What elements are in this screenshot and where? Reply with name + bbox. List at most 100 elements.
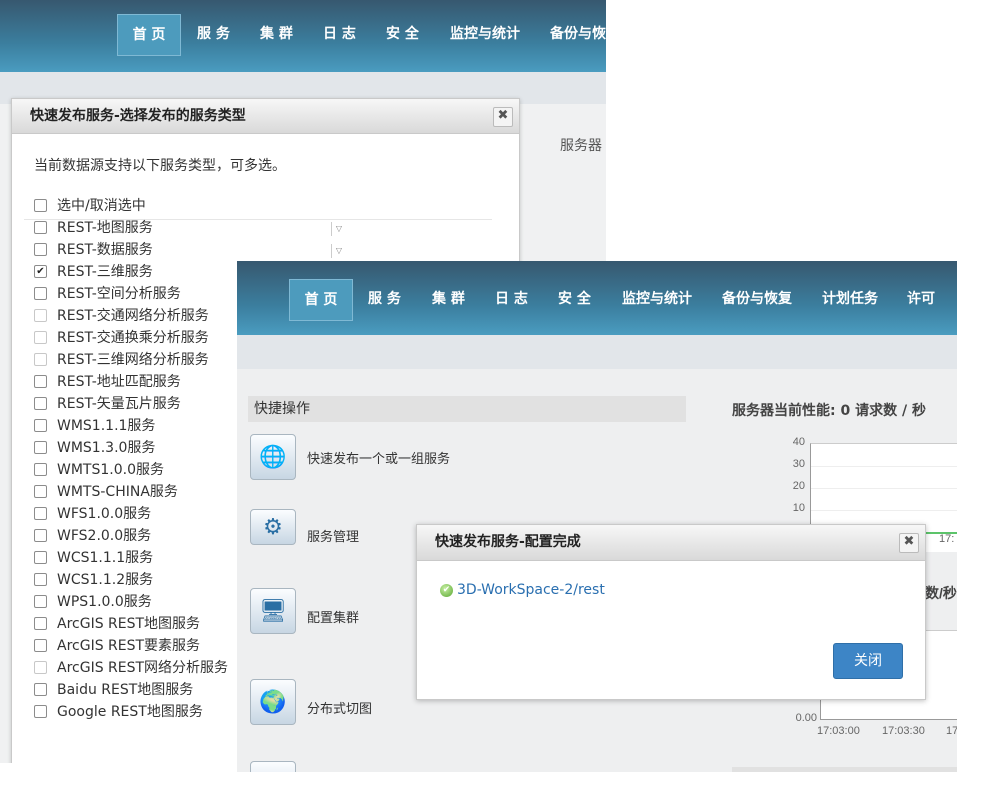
section-bar xyxy=(732,767,957,772)
chart2-label: 数/秒 xyxy=(925,585,957,601)
service-type-option[interactable]: REST-数据服务 xyxy=(34,239,153,261)
quick-op-label[interactable]: 服务管理 xyxy=(307,526,359,545)
nav-monitor[interactable]: 监控与统计 xyxy=(450,14,520,54)
option-label: REST-空间分析服务 xyxy=(57,286,181,302)
y-tick: 30 xyxy=(792,458,805,470)
service-type-option[interactable]: REST-矢量瓦片服务 xyxy=(34,393,181,415)
checkbox-box[interactable] xyxy=(34,242,47,256)
gear-window-icon[interactable]: ⚙ xyxy=(250,509,296,545)
service-type-option[interactable]: ✔ REST-三维服务 xyxy=(34,261,153,283)
dialog-title-bar: 快速发布服务-配置完成 ✖ xyxy=(417,525,925,561)
checkbox-box[interactable] xyxy=(34,286,47,300)
service-type-option[interactable]: REST-地图服务 xyxy=(34,217,153,239)
checkbox-box[interactable] xyxy=(34,616,47,630)
checkbox-box xyxy=(34,308,47,322)
nav-monitor[interactable]: 监控与统计 xyxy=(622,279,692,319)
nav-backup[interactable]: 备份与恢复 xyxy=(722,279,792,319)
nav-logs[interactable]: 日 志 xyxy=(495,279,528,319)
select-all-label: 选中/取消选中 xyxy=(57,198,146,214)
service-type-option[interactable]: WMS1.3.0服务 xyxy=(34,437,155,459)
service-type-option[interactable]: WFS1.0.0服务 xyxy=(34,503,151,525)
checkbox-box[interactable] xyxy=(34,528,47,542)
checkbox-box[interactable] xyxy=(34,484,47,498)
checkbox-box[interactable] xyxy=(34,572,47,586)
nav-license[interactable]: 许可 xyxy=(907,279,935,319)
quick-op-label[interactable]: 快速发布一个或一组服务 xyxy=(307,448,450,467)
grid-line xyxy=(811,466,957,467)
cluster-computers-icon[interactable]: 🖥 xyxy=(250,588,296,634)
globe-publish-icon[interactable]: 🌐 xyxy=(250,434,296,480)
quick-op-label[interactable]: 配置集群 xyxy=(307,607,359,626)
checkbox-box[interactable] xyxy=(34,638,47,652)
checkbox-checked[interactable]: ✔ xyxy=(34,264,47,278)
grid-line xyxy=(811,510,957,511)
nav-schedule[interactable]: 计划任务 xyxy=(822,279,878,319)
more-icon[interactable] xyxy=(250,761,296,772)
top-nav: 首 页 服 务 集 群 日 志 安 全 监控与统计 备份与恢复 计划任务 许可 xyxy=(237,261,957,335)
service-type-option[interactable]: REST-空间分析服务 xyxy=(34,283,181,305)
option-label: REST-三维服务 xyxy=(57,264,153,280)
quick-op-label[interactable]: 分布式切图 xyxy=(307,698,372,717)
service-type-option[interactable]: WFS2.0.0服务 xyxy=(34,525,151,547)
checkbox-box[interactable] xyxy=(34,374,47,388)
option-label: WFS2.0.0服务 xyxy=(57,528,152,544)
nav-security[interactable]: 安 全 xyxy=(386,14,419,54)
x-tick: 17 xyxy=(946,725,957,737)
checkbox-box[interactable] xyxy=(34,594,47,608)
option-label: ArcGIS REST地图服务 xyxy=(57,616,201,632)
close-button[interactable]: 关闭 xyxy=(833,643,903,679)
select-all-checkbox[interactable]: 选中/取消选中 xyxy=(34,195,146,217)
quick-op-next[interactable] xyxy=(250,761,550,772)
dropdown-arrow-icon[interactable]: ▽ xyxy=(331,244,346,258)
option-label: REST-交通换乘分析服务 xyxy=(57,330,209,346)
close-icon[interactable]: ✖ xyxy=(493,107,513,127)
option-label: REST-地图服务 xyxy=(57,220,153,236)
checkbox-box[interactable] xyxy=(34,198,47,212)
checkbox-box[interactable] xyxy=(34,462,47,476)
option-label: Baidu REST地图服务 xyxy=(57,682,194,698)
checkbox-box[interactable] xyxy=(34,418,47,432)
nav-home[interactable]: 首 页 xyxy=(117,14,181,56)
checkbox-box[interactable] xyxy=(34,682,47,696)
publish-done-dialog: 快速发布服务-配置完成 ✖ ✔ 3D-WorkSpace-2/rest 关闭 xyxy=(416,524,926,700)
option-label: REST-数据服务 xyxy=(57,242,153,258)
checkbox-box[interactable] xyxy=(34,550,47,564)
service-type-option[interactable]: Baidu REST地图服务 xyxy=(34,679,193,701)
tile-globe-icon[interactable]: 🌍 xyxy=(250,679,296,725)
service-type-option[interactable]: WCS1.1.1服务 xyxy=(34,547,153,569)
dialog-description: 当前数据源支持以下服务类型，可多选。 xyxy=(34,158,286,174)
nav-backup[interactable]: 备份与恢 xyxy=(550,14,606,54)
nav-security[interactable]: 安 全 xyxy=(558,279,591,319)
checkbox-box[interactable] xyxy=(34,220,47,234)
y-tick: 10 xyxy=(792,502,805,514)
service-type-option[interactable]: WMS1.1.1服务 xyxy=(34,415,155,437)
dropdown-arrow-icon[interactable]: ▽ xyxy=(331,222,346,236)
nav-services[interactable]: 服 务 xyxy=(197,14,230,54)
quick-op-publish[interactable]: 🌐 快速发布一个或一组服务 xyxy=(250,434,550,482)
service-type-option[interactable]: WCS1.1.2服务 xyxy=(34,569,153,591)
nav-services[interactable]: 服 务 xyxy=(368,279,401,319)
checkbox-box[interactable] xyxy=(34,506,47,520)
option-label: WMS1.1.1服务 xyxy=(57,418,156,434)
result-line[interactable]: ✔ 3D-WorkSpace-2/rest xyxy=(440,582,605,598)
service-type-option[interactable]: WMTS-CHINA服务 xyxy=(34,481,178,503)
service-type-option[interactable]: WPS1.0.0服务 xyxy=(34,591,152,613)
checkbox-box[interactable] xyxy=(34,440,47,454)
dialog-title: 快速发布服务-选择发布的服务类型 xyxy=(30,108,246,124)
close-icon[interactable]: ✖ xyxy=(899,533,919,553)
service-type-option[interactable]: REST-地址匹配服务 xyxy=(34,371,181,393)
service-type-option[interactable]: Google REST地图服务 xyxy=(34,701,203,723)
nav-cluster[interactable]: 集 群 xyxy=(432,279,465,319)
service-type-option[interactable]: WMTS1.0.0服务 xyxy=(34,459,164,481)
check-circle-icon: ✔ xyxy=(440,583,453,597)
checkbox-box xyxy=(34,330,47,344)
nav-cluster[interactable]: 集 群 xyxy=(260,14,293,54)
checkbox-box[interactable] xyxy=(34,704,47,718)
nav-logs[interactable]: 日 志 xyxy=(323,14,356,54)
grid-line xyxy=(811,488,957,489)
service-type-option[interactable]: ArcGIS REST要素服务 xyxy=(34,635,200,657)
nav-home[interactable]: 首 页 xyxy=(289,279,353,321)
result-link[interactable]: 3D-WorkSpace-2/rest xyxy=(457,582,605,598)
checkbox-box[interactable] xyxy=(34,396,47,410)
service-type-option[interactable]: ArcGIS REST地图服务 xyxy=(34,613,200,635)
